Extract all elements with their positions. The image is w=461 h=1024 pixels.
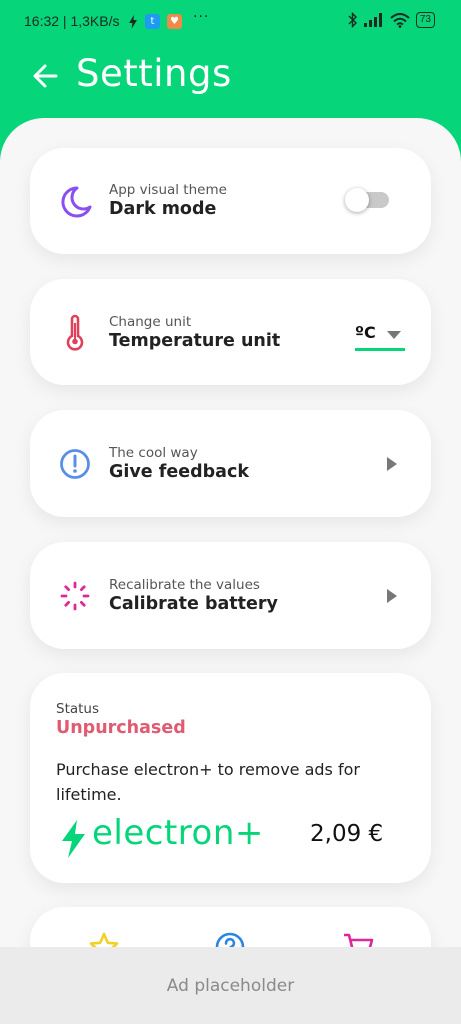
calibrate-battery-card[interactable]: Recalibrate the values Calibrate battery — [30, 542, 431, 649]
purchase-description: Purchase electron+ to remove ads for lif… — [56, 760, 360, 804]
dark-mode-label: Dark mode — [109, 199, 217, 219]
temperature-unit-select[interactable]: ºC — [355, 321, 405, 351]
ad-banner[interactable]: Ad placeholder — [0, 947, 461, 1024]
lightning-bolt-icon — [62, 820, 85, 858]
toggle-knob — [345, 188, 369, 212]
status-indicators: 73 — [348, 12, 435, 28]
moon-icon — [61, 186, 92, 218]
signal-icon — [363, 13, 382, 27]
status-bar: 16:32 | 1,3KB/s t ♥ ··· 73 — [0, 0, 461, 44]
calibrate-subtitle: Recalibrate the values — [109, 577, 260, 593]
purchase-card: Status Unpurchased Purchase electron+ to… — [30, 673, 431, 883]
give-feedback-card[interactable]: The cool way Give feedback — [30, 410, 431, 517]
chevron-right-icon[interactable] — [387, 457, 397, 471]
feedback-subtitle: The cool way — [109, 445, 198, 461]
temperature-unit-card[interactable]: Change unit Temperature unit ºC — [30, 279, 431, 385]
purchase-price-button[interactable]: 2,09 € — [310, 821, 383, 847]
thermometer-icon — [66, 314, 84, 351]
chevron-right-icon[interactable] — [387, 589, 397, 603]
wifi-icon — [390, 12, 410, 28]
dark-mode-subtitle: App visual theme — [109, 182, 227, 198]
dark-mode-toggle[interactable] — [345, 188, 389, 212]
flash-icon — [129, 15, 137, 29]
dark-mode-card[interactable]: App visual theme Dark mode — [30, 148, 431, 254]
temperature-subtitle: Change unit — [109, 314, 192, 330]
temperature-unit-value: ºC — [355, 323, 376, 342]
temperature-label: Temperature unit — [109, 331, 281, 351]
feedback-label: Give feedback — [109, 462, 249, 482]
spinner-icon — [60, 581, 90, 611]
status-label: Status — [56, 701, 100, 717]
heart-app-icon: ♥ — [167, 14, 182, 29]
chevron-down-icon — [387, 331, 401, 339]
twitter-icon: t — [145, 14, 160, 29]
status-time: 16:32 | 1,3KB/s — [24, 13, 120, 29]
more-notifications-icon: ··· — [193, 9, 210, 25]
app-header: Settings — [0, 44, 461, 118]
bluetooth-icon — [348, 12, 357, 28]
arrow-left-icon[interactable] — [32, 56, 62, 96]
ad-placeholder-label: Ad placeholder — [166, 975, 295, 996]
battery-icon: 73 — [415, 12, 435, 28]
brand-name: electron+ — [92, 813, 264, 853]
page-title: Settings — [76, 52, 232, 95]
calibrate-label: Calibrate battery — [109, 594, 278, 614]
status-badge: Unpurchased — [56, 718, 186, 738]
exclamation-circle-icon — [60, 449, 90, 479]
